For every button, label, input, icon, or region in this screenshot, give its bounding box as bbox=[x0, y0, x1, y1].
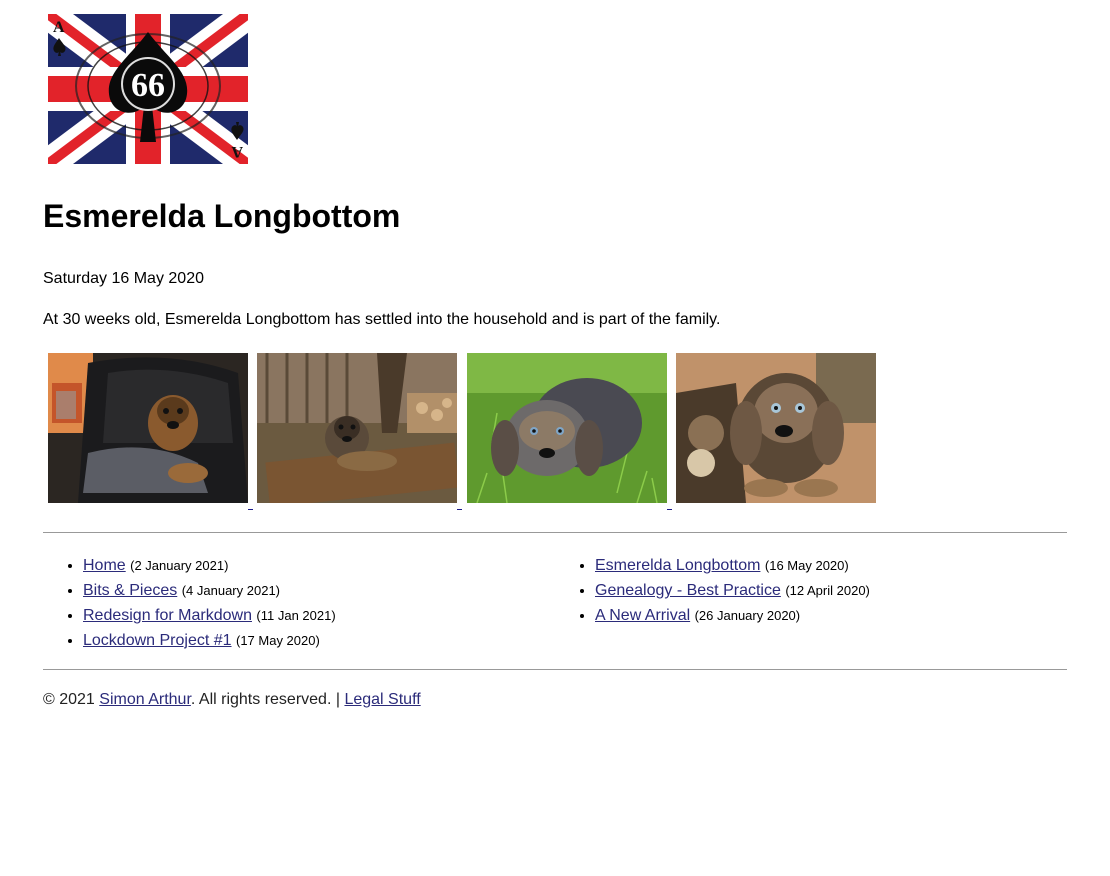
gallery-link-2[interactable] bbox=[257, 353, 462, 510]
nav-link-bits-and-pieces[interactable]: Bits & Pieces bbox=[83, 582, 177, 599]
post-navigation: Home (2 January 2021) Bits & Pieces (4 J… bbox=[43, 553, 1067, 665]
nav-list-left: Home (2 January 2021) Bits & Pieces (4 J… bbox=[43, 553, 555, 653]
nav-link-redesign-for-markdown[interactable]: Redesign for Markdown bbox=[83, 607, 252, 624]
nav-link-new-arrival[interactable]: A New Arrival bbox=[595, 607, 690, 624]
logo-letter-bottom: A bbox=[231, 143, 243, 160]
ace-of-spades-union-jack-logo[interactable]: 66 A A bbox=[48, 14, 248, 164]
post-intro: At 30 weeks old, Esmerelda Longbottom ha… bbox=[43, 311, 721, 328]
nav-date: (17 May 2020) bbox=[235, 633, 320, 648]
footer: © 2021 Simon Arthur. All rights reserved… bbox=[43, 690, 1067, 710]
divider-top bbox=[43, 532, 1067, 533]
list-item: A New Arrival (26 January 2020) bbox=[595, 603, 1067, 628]
footer-copyright: © 2021 bbox=[43, 691, 95, 708]
puppy-on-leather-chair-photo bbox=[48, 353, 248, 503]
list-item: Esmerelda Longbottom (16 May 2020) bbox=[595, 553, 1067, 578]
nav-date: (26 January 2020) bbox=[694, 608, 801, 623]
nav-date: (12 April 2020) bbox=[785, 583, 870, 598]
footer-author-link[interactable]: Simon Arthur bbox=[99, 691, 191, 708]
nav-link-home[interactable]: Home bbox=[83, 557, 126, 574]
nav-link-genealogy[interactable]: Genealogy - Best Practice bbox=[595, 582, 781, 599]
nav-link-esmerelda-longbottom[interactable]: Esmerelda Longbottom bbox=[595, 557, 760, 574]
puppy-on-grass-photo bbox=[467, 353, 667, 503]
photo-gallery bbox=[43, 353, 1067, 510]
page: 66 A A Esmerelda Longbottom Saturday 16 … bbox=[0, 0, 1110, 710]
gallery-link-3[interactable] bbox=[467, 353, 672, 510]
footer-legal-link[interactable]: Legal Stuff bbox=[344, 691, 420, 708]
gallery-link-1[interactable] bbox=[48, 353, 253, 510]
list-item: Lockdown Project #1 (17 May 2020) bbox=[83, 628, 555, 653]
list-item: Bits & Pieces (4 January 2021) bbox=[83, 578, 555, 603]
list-item: Home (2 January 2021) bbox=[83, 553, 555, 578]
logo-letter-top: A bbox=[53, 19, 65, 36]
nav-link-lockdown-project[interactable]: Lockdown Project #1 bbox=[83, 632, 232, 649]
list-item: Genealogy - Best Practice (12 April 2020… bbox=[595, 578, 1067, 603]
nav-list-right: Esmerelda Longbottom (16 May 2020) Genea… bbox=[555, 553, 1067, 653]
nav-date: (2 January 2021) bbox=[130, 558, 229, 573]
nav-date: (4 January 2021) bbox=[181, 583, 280, 598]
nav-date: (16 May 2020) bbox=[764, 558, 849, 573]
puppy-closeup-photo bbox=[676, 353, 876, 503]
list-item: Redesign for Markdown (11 Jan 2021) bbox=[83, 603, 555, 628]
footer-rights: . All rights reserved. | bbox=[190, 691, 340, 708]
page-title: Esmerelda Longbottom bbox=[43, 198, 401, 234]
logo-number: 66 bbox=[131, 67, 165, 104]
gallery-link-4[interactable] bbox=[676, 353, 876, 510]
post-date: Saturday 16 May 2020 bbox=[43, 270, 204, 287]
puppy-on-wooden-log-photo bbox=[257, 353, 457, 503]
divider-bottom bbox=[43, 669, 1067, 670]
nav-date: (11 Jan 2021) bbox=[256, 608, 336, 623]
